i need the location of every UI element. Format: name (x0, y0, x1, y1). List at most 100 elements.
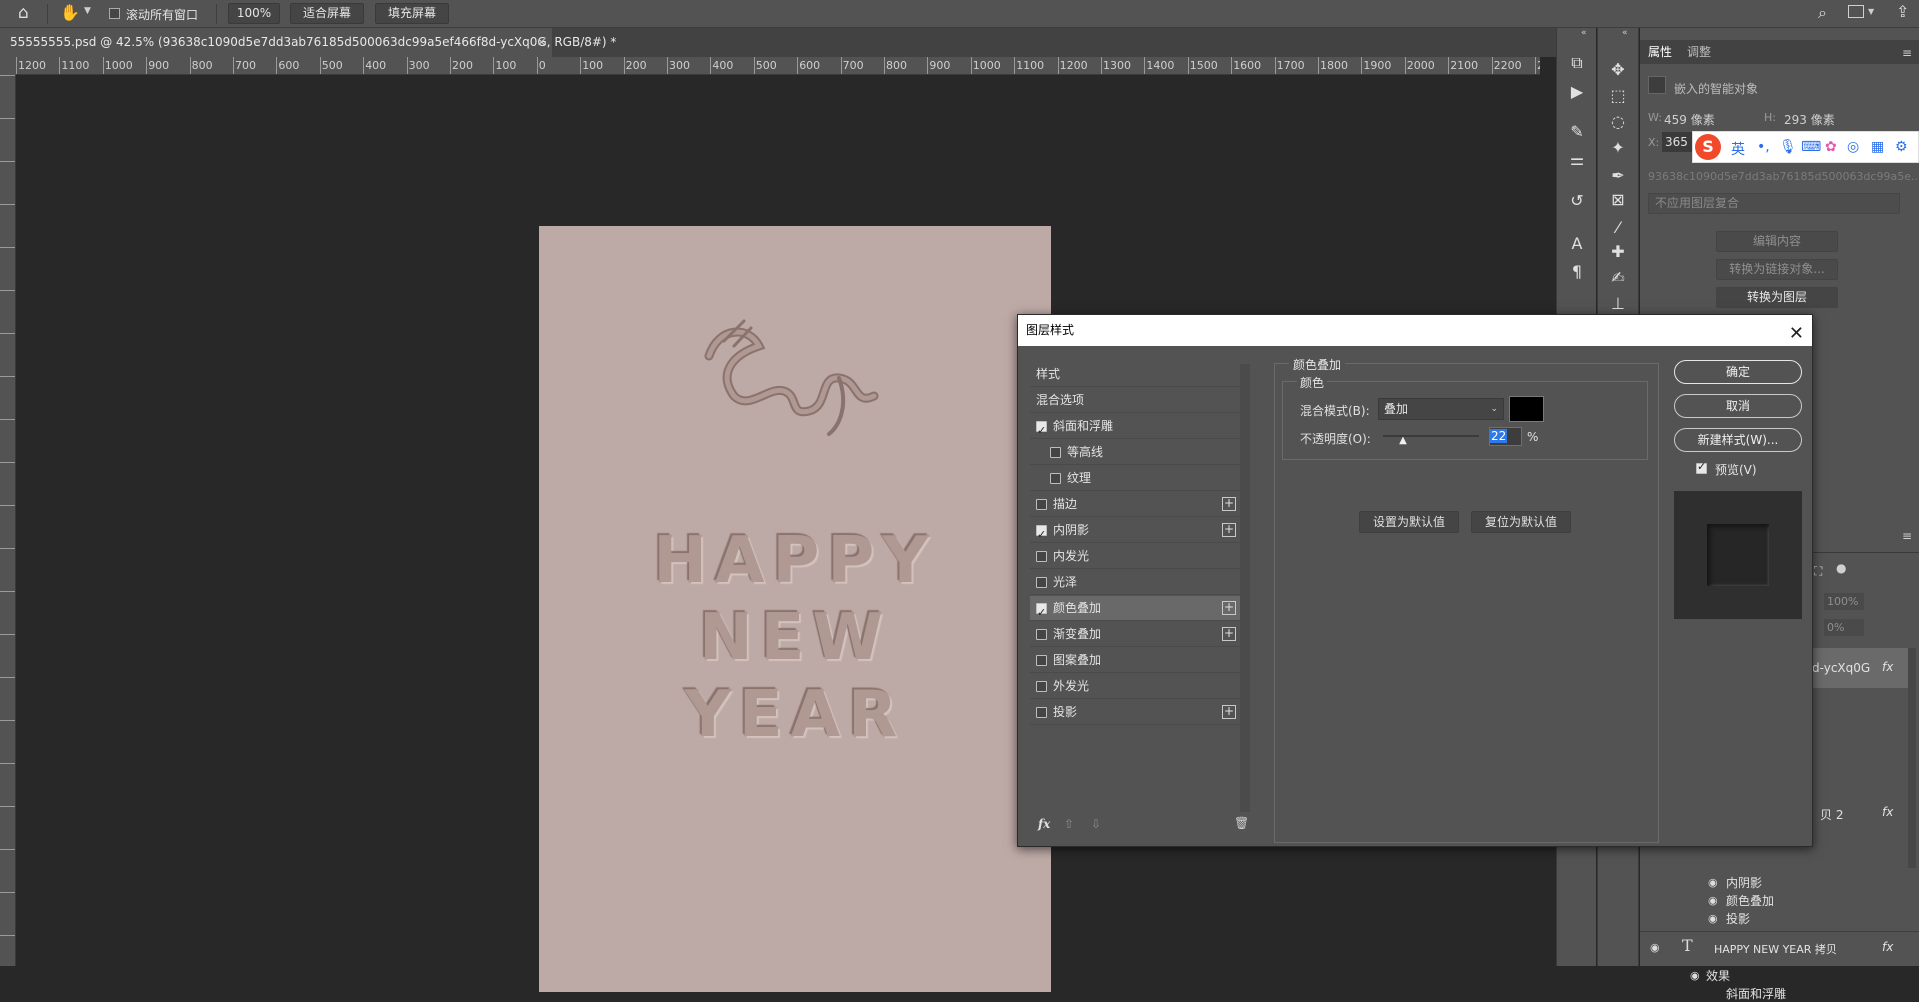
style-item[interactable]: 投影 + (1030, 700, 1242, 725)
healing-icon[interactable]: ✚ (1608, 242, 1628, 261)
layer-fill-field[interactable]: 0% (1824, 619, 1864, 636)
convert-layer-button[interactable]: 转换为图层 (1716, 287, 1838, 308)
eye-icon[interactable]: ◉ (1708, 912, 1718, 925)
add-effect-icon[interactable]: + (1222, 627, 1236, 641)
settings-gear-icon[interactable]: ⚙ (1895, 139, 1908, 155)
horizontal-ruler[interactable]: 1200 1100 1000 900 800 700 600 500 400 300 200 100 0… (16, 57, 1540, 75)
text-layer-name[interactable]: HAPPY NEW YEAR 拷贝 (1714, 941, 1837, 957)
fx-menu-icon[interactable]: fx (1038, 817, 1050, 831)
style-checkbox[interactable] (1036, 499, 1047, 510)
style-checkbox[interactable] (1050, 447, 1061, 458)
vertical-ruler[interactable] (0, 75, 16, 966)
style-checkbox[interactable] (1036, 418, 1047, 443)
width-value[interactable]: 459 像素 (1664, 111, 1715, 128)
eye-icon[interactable]: ◉ (1650, 941, 1660, 954)
layer-opacity-field[interactable]: 100% (1824, 593, 1864, 610)
home-icon[interactable]: ⌂ (18, 3, 29, 23)
character-icon[interactable]: A (1567, 234, 1587, 253)
punctuation-icon[interactable]: •, (1757, 139, 1770, 155)
style-item[interactable]: 颜色叠加 + (1030, 596, 1242, 625)
add-effect-icon[interactable]: + (1222, 497, 1236, 511)
style-item[interactable]: 光泽 (1030, 570, 1242, 595)
artboard[interactable]: HAPPY NEW YEAR (539, 226, 1051, 992)
style-checkbox[interactable] (1036, 600, 1047, 625)
style-checkbox[interactable] (1036, 629, 1047, 640)
edit-contents-button[interactable]: 编辑内容 (1716, 231, 1838, 252)
ime-language[interactable]: 英 (1731, 139, 1745, 159)
trash-icon[interactable]: 🗑 (1234, 816, 1249, 830)
history-icon[interactable]: ⧉ (1567, 53, 1587, 73)
blend-mode-select[interactable]: 叠加 ⌄ (1378, 398, 1504, 420)
microphone-icon[interactable]: 🎙 (1779, 139, 1797, 155)
zoom-100-button[interactable]: 100% (228, 3, 280, 24)
eyedropper-icon[interactable]: ⁄ (1608, 218, 1628, 237)
style-item[interactable]: 图案叠加 (1030, 648, 1242, 673)
keyboard-icon[interactable]: ⌨ (1801, 139, 1821, 155)
magic-wand-icon[interactable]: ✦ (1608, 138, 1628, 157)
preview-checkbox[interactable] (1696, 460, 1707, 474)
opacity-slider-track[interactable] (1383, 435, 1479, 437)
opacity-input[interactable]: 22 (1489, 427, 1522, 446)
scroll-all-checkbox[interactable] (109, 8, 120, 19)
frame-tool-icon[interactable]: ⊠ (1608, 190, 1628, 209)
fx-badge[interactable]: fx (1882, 805, 1893, 819)
search-icon[interactable]: ⌕ (1818, 3, 1827, 23)
style-item[interactable]: 渐变叠加 + (1030, 622, 1242, 647)
workspace-icon[interactable] (1848, 5, 1864, 18)
eye-icon[interactable]: ◉ (1708, 894, 1718, 907)
style-checkbox[interactable] (1036, 577, 1047, 588)
reset-default-button[interactable]: 复位为默认值 (1471, 511, 1571, 533)
lock-all-icon[interactable]: ● (1836, 561, 1846, 575)
style-checkbox[interactable] (1036, 655, 1047, 666)
pen-tool-icon[interactable]: ✒ (1608, 166, 1628, 185)
ok-button[interactable]: 确定 (1674, 360, 1802, 384)
height-value[interactable]: 293 像素 (1784, 111, 1835, 128)
opacity-slider-thumb[interactable]: ▲ (1399, 435, 1407, 446)
eye-icon[interactable]: ◉ (1690, 969, 1700, 982)
add-effect-icon[interactable]: + (1222, 705, 1236, 719)
style-item[interactable]: 外发光 (1030, 674, 1242, 699)
eye-icon[interactable]: ◉ (1708, 876, 1718, 889)
panel-menu-icon[interactable]: ≡ (1902, 46, 1912, 60)
collapse-icon[interactable]: « (1581, 28, 1587, 38)
play-icon[interactable]: ▶ (1567, 82, 1587, 101)
style-item[interactable]: 混合选项 (1030, 388, 1242, 413)
panel-menu-icon[interactable]: ≡ (1902, 529, 1912, 543)
layers-scrollbar[interactable] (1908, 648, 1916, 868)
skin-icon[interactable]: ✿ (1825, 139, 1837, 155)
add-effect-icon[interactable]: + (1222, 523, 1236, 537)
new-style-button[interactable]: 新建样式(W)... (1674, 428, 1802, 452)
style-list-scrollbar[interactable] (1240, 364, 1250, 812)
x-value[interactable]: 365 (1662, 132, 1692, 152)
close-icon[interactable]: ✕ (1789, 318, 1804, 349)
set-default-button[interactable]: 设置为默认值 (1359, 511, 1459, 533)
toolbox-icon[interactable]: ▦ (1871, 139, 1884, 155)
tab-adjustments[interactable]: 调整 (1687, 43, 1711, 60)
document-tab[interactable]: 55555555.psd @ 42.5% (93638c1090d5e7dd3a… (0, 28, 616, 57)
style-checkbox[interactable] (1036, 522, 1047, 547)
style-item[interactable]: 描边 + (1030, 492, 1242, 517)
convert-linked-button[interactable]: 转换为链接对象... (1716, 259, 1838, 280)
collapse-icon[interactable]: « (1622, 28, 1628, 38)
stamp-tool-icon[interactable]: ⊥ (1608, 294, 1628, 313)
style-item[interactable]: 斜面和浮雕 (1030, 414, 1242, 443)
style-item[interactable]: 纹理 (1030, 466, 1242, 491)
overlay-color-swatch[interactable] (1509, 396, 1544, 422)
chevron-down-icon[interactable]: ▼ (1868, 7, 1874, 16)
layer-comp-select[interactable]: 不应用图层复合 (1648, 193, 1900, 214)
fill-screen-button[interactable]: 填充屏幕 (375, 3, 449, 24)
fx-badge[interactable]: fx (1882, 660, 1893, 674)
style-item[interactable]: 样式 (1030, 362, 1242, 387)
style-checkbox[interactable] (1036, 681, 1047, 692)
sogou-logo-icon[interactable]: S (1695, 134, 1721, 160)
move-up-icon[interactable]: ⇧ (1064, 817, 1074, 831)
cancel-button[interactable]: 取消 (1674, 394, 1802, 418)
fit-screen-button[interactable]: 适合屏幕 (290, 3, 364, 24)
style-item[interactable]: 内发光 (1030, 544, 1242, 569)
style-item[interactable]: 内阴影 + (1030, 518, 1242, 547)
tab-properties[interactable]: 属性 (1648, 43, 1672, 60)
brush-settings-icon[interactable]: ✎ (1567, 122, 1587, 141)
style-checkbox[interactable] (1036, 707, 1047, 718)
close-icon[interactable]: ✕ (537, 28, 546, 57)
lock-artboard-icon[interactable]: ⛶ (1814, 564, 1822, 579)
